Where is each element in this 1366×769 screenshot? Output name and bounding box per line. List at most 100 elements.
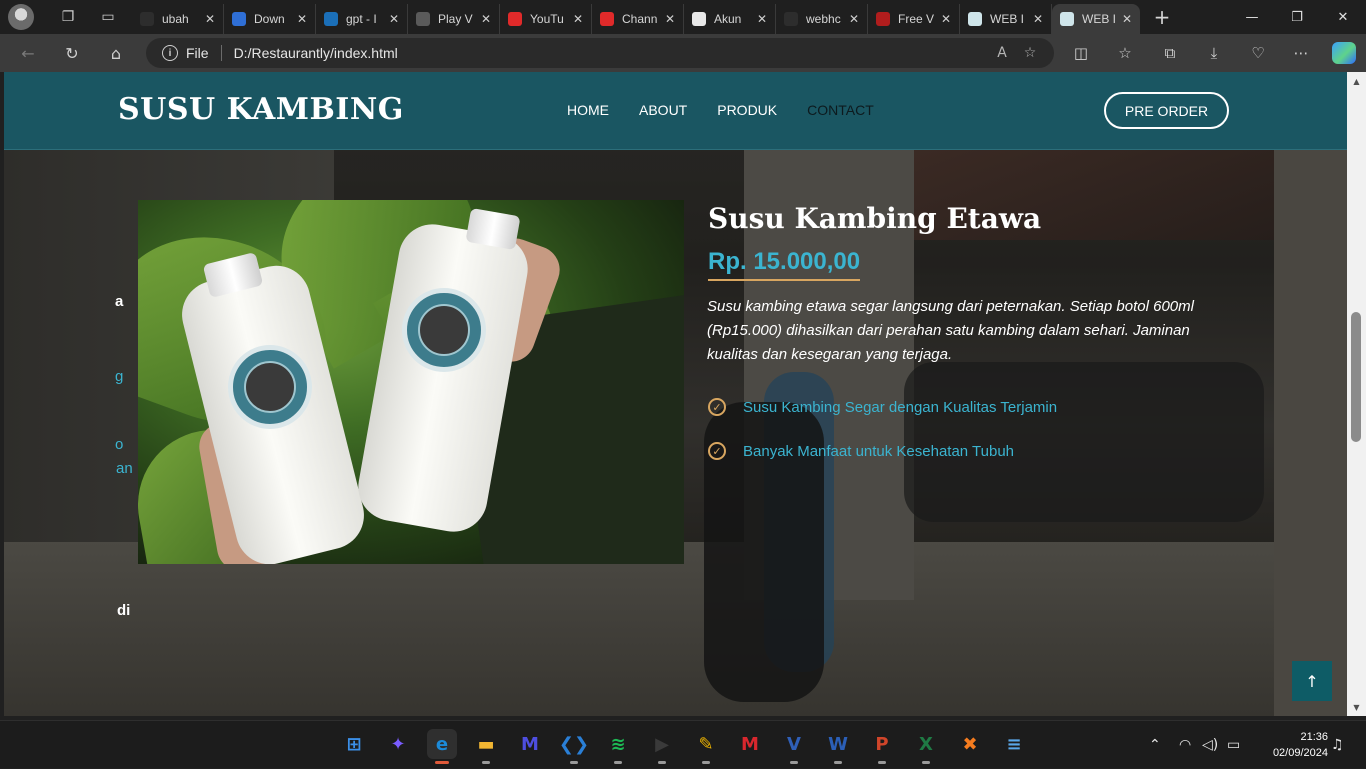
refresh-icon[interactable]: ↻ xyxy=(57,39,87,67)
vertical-tabs-icon[interactable]: ▭ xyxy=(94,3,122,31)
word-glyph: W xyxy=(828,733,848,755)
pre-order-button[interactable]: PRE ORDER xyxy=(1104,92,1229,129)
media-player-icon[interactable]: ▶ xyxy=(647,729,677,764)
tray-chevron-icon[interactable]: ⌃ xyxy=(1149,721,1161,769)
address-bar[interactable]: i File D:/Restaurantly/index.html A ☆ xyxy=(146,38,1054,68)
wifi-icon[interactable]: ◠ xyxy=(1179,721,1191,769)
close-tab-icon[interactable]: ✕ xyxy=(1120,12,1134,26)
close-tab-icon[interactable]: ✕ xyxy=(203,12,217,26)
visio-glyph: V xyxy=(787,733,801,755)
close-tab-icon[interactable]: ✕ xyxy=(571,12,585,26)
freepik-icon xyxy=(876,12,890,26)
dev-tool-glyph: M xyxy=(521,733,539,755)
volume-icon[interactable]: ◁) xyxy=(1202,721,1218,769)
menu-about[interactable]: ABOUT xyxy=(639,102,687,118)
favorites-icon[interactable]: ☆ xyxy=(1110,39,1140,67)
spotify-icon[interactable]: ≋ xyxy=(603,729,633,764)
browser-tab[interactable]: Play V ✕ xyxy=(408,4,500,34)
tab-title: Chann xyxy=(622,12,658,26)
browser-tab[interactable]: Chann ✕ xyxy=(592,4,684,34)
profile-avatar[interactable] xyxy=(8,4,34,30)
product-price: Rp. 15.000,00 xyxy=(708,248,861,281)
downloads-icon[interactable]: ⤓ xyxy=(1199,39,1229,67)
word-icon[interactable]: W xyxy=(823,729,853,764)
edge-icon[interactable]: e xyxy=(427,729,457,764)
browser-tab[interactable]: WEB I ✕ xyxy=(960,4,1052,34)
battery-icon[interactable]: ▭ xyxy=(1227,721,1240,769)
close-tab-icon[interactable]: ✕ xyxy=(663,12,677,26)
close-tab-icon[interactable]: ✕ xyxy=(939,12,953,26)
new-tab-button[interactable]: + xyxy=(1148,3,1176,31)
file-explorer-icon[interactable]: ▬ xyxy=(471,729,501,764)
browser-tab[interactable]: Free V ✕ xyxy=(868,4,960,34)
read-aloud-icon[interactable]: A xyxy=(988,45,1016,61)
back-to-top-button[interactable]: ↑ xyxy=(1292,661,1332,701)
bing-icon xyxy=(324,12,338,26)
start-icon[interactable]: ⊞ xyxy=(339,729,369,759)
main-menu: HOME ABOUT PRODUK CONTACT xyxy=(567,102,904,118)
close-tab-icon[interactable]: ✕ xyxy=(387,12,401,26)
scroll-up-arrow-icon[interactable]: ▲ xyxy=(1347,74,1366,88)
more-menu-icon[interactable]: ⋯ xyxy=(1286,39,1316,67)
browser-toolbar: ← ↻ ⌂ i File D:/Restaurantly/index.html … xyxy=(0,34,1366,72)
split-screen-icon[interactable]: ◫ xyxy=(1066,39,1096,67)
browser-tab[interactable]: Down ✕ xyxy=(224,4,316,34)
visio-icon[interactable]: V xyxy=(779,729,809,764)
scrollbar-thumb[interactable] xyxy=(1351,312,1361,442)
copilot-icon[interactable]: ✦ xyxy=(383,729,413,759)
peek-text: g xyxy=(115,368,124,385)
feature-label: Banyak Manfaat untuk Kesehatan Tubuh xyxy=(743,442,1015,460)
browser-tab[interactable]: Akun ✕ xyxy=(684,4,776,34)
browser-tab[interactable]: WEB I ✕ xyxy=(1052,4,1140,34)
browser-tab[interactable]: webhc ✕ xyxy=(776,4,868,34)
tab-title: Down xyxy=(254,12,285,26)
minimize-button[interactable]: — xyxy=(1229,0,1275,34)
search-icon xyxy=(784,12,798,26)
mega-icon[interactable]: M xyxy=(735,729,765,759)
workspaces-icon[interactable]: ❐ xyxy=(54,3,82,31)
close-tab-icon[interactable]: ✕ xyxy=(847,12,861,26)
paint-glyph: ✎ xyxy=(698,733,714,755)
powerpoint-glyph: P xyxy=(875,733,889,755)
menu-contact[interactable]: CONTACT xyxy=(807,102,874,118)
page-scrollbar[interactable]: ▲ ▼ xyxy=(1347,72,1366,716)
url-text[interactable]: D:/Restaurantly/index.html xyxy=(234,45,988,61)
site-info-icon[interactable]: i xyxy=(162,45,178,61)
site-logo[interactable]: SUSU KAMBING xyxy=(118,92,404,127)
powerpoint-icon[interactable]: P xyxy=(867,729,897,764)
collections-icon[interactable]: ⧉ xyxy=(1155,39,1185,67)
favorite-star-icon[interactable]: ☆ xyxy=(1016,45,1044,61)
menu-produk[interactable]: PRODUK xyxy=(717,102,777,118)
close-tab-icon[interactable]: ✕ xyxy=(755,12,769,26)
notification-bell-icon[interactable]: ♫ xyxy=(1331,721,1344,769)
dev-tool-icon[interactable]: M xyxy=(515,729,545,759)
menu-home[interactable]: HOME xyxy=(567,102,609,118)
number-2-icon xyxy=(232,12,246,26)
openai-icon xyxy=(416,12,430,26)
file-explorer-glyph: ▬ xyxy=(477,733,495,755)
scroll-down-arrow-icon[interactable]: ▼ xyxy=(1347,700,1366,714)
system-clock[interactable]: 21:36 02/09/2024 xyxy=(1254,729,1328,761)
browser-tab-strip: ❐ ▭ ubah ✕ Down ✕ gpt - I ✕ Play V ✕ YouTu ✕ Chann… xyxy=(0,0,1366,34)
browser-tab[interactable]: YouTu ✕ xyxy=(500,4,592,34)
vscode-glyph: ❮❯ xyxy=(558,733,590,755)
back-icon[interactable]: ← xyxy=(13,39,43,67)
close-window-button[interactable]: ✕ xyxy=(1320,0,1366,34)
xampp-icon[interactable]: ✖ xyxy=(955,729,985,759)
media-player-glyph: ▶ xyxy=(655,733,669,755)
restore-button[interactable]: ❐ xyxy=(1274,0,1320,34)
notepad-icon[interactable]: ≡ xyxy=(999,729,1029,759)
performance-icon[interactable]: ♡ xyxy=(1243,39,1273,67)
close-tab-icon[interactable]: ✕ xyxy=(479,12,493,26)
close-tab-icon[interactable]: ✕ xyxy=(295,12,309,26)
home-icon[interactable]: ⌂ xyxy=(101,39,131,67)
browser-tab[interactable]: gpt - I ✕ xyxy=(316,4,408,34)
tab-title: WEB I xyxy=(1082,12,1117,26)
vscode-icon[interactable]: ❮❯ xyxy=(558,729,590,764)
peek-text: a xyxy=(115,293,124,310)
copilot-sidebar-icon[interactable] xyxy=(1332,42,1356,64)
browser-tab[interactable]: ubah ✕ xyxy=(132,4,224,34)
excel-icon[interactable]: X xyxy=(911,729,941,764)
paint-icon[interactable]: ✎ xyxy=(691,729,721,764)
close-tab-icon[interactable]: ✕ xyxy=(1031,12,1045,26)
